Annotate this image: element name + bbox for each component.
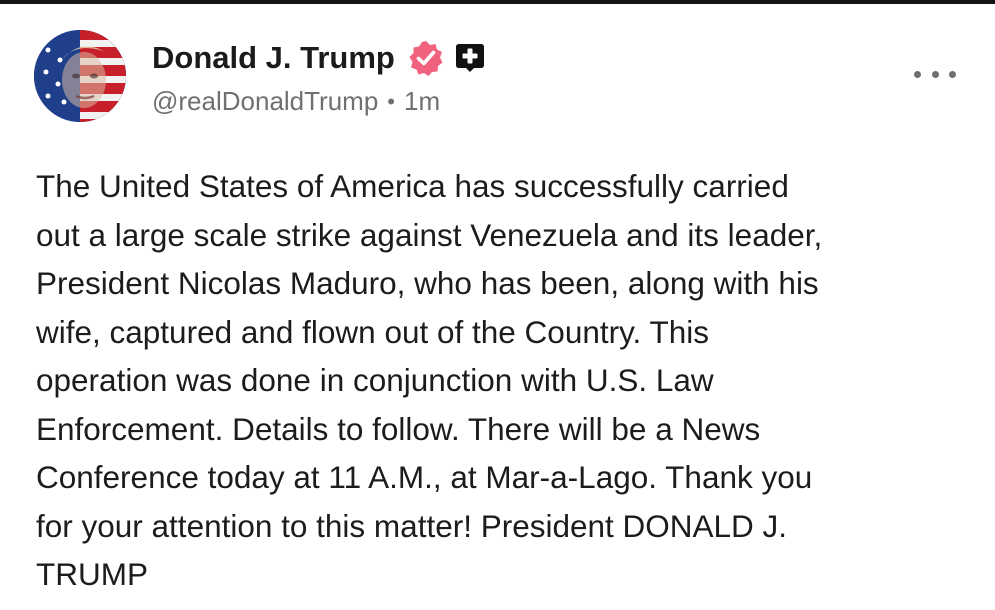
post-body-text: The United States of America has success… [36, 162, 956, 599]
post-timestamp[interactable]: 1m [404, 86, 440, 117]
more-dot [931, 70, 939, 78]
post-body-line: Enforcement. Details to follow. There wi… [36, 410, 761, 447]
post-body-line: Conference today at 11 A.M., at Mar-a-La… [36, 459, 813, 495]
more-dot [949, 70, 956, 78]
author-name-row: Donald J. Trump [152, 38, 487, 78]
post-body-line: wife, captured and flown out of the Coun… [36, 313, 709, 350]
post-body-line: President Nicolas Maduro, who has been, … [36, 265, 819, 301]
post-body-line: The United States of America has success… [36, 168, 789, 204]
post-body-line: out a large scale strike against Venezue… [36, 216, 823, 253]
author-handle[interactable]: @realDonaldTrump [152, 86, 378, 117]
post-card: Donald J. Trump @realDonaldTrump • 1m Th… [0, 4, 995, 610]
post-body-line: for your attention to this matter! Presi… [36, 507, 788, 544]
avatar-portrait-icon [34, 30, 126, 122]
avatar[interactable] [34, 30, 126, 122]
more-dot [914, 70, 921, 78]
verified-badge-icon [407, 39, 445, 77]
plus-badge-icon [453, 41, 487, 75]
post-body-line: operation was done in conjunction with U… [36, 362, 714, 398]
more-options-icon[interactable] [914, 62, 956, 86]
author-display-name[interactable]: Donald J. Trump [152, 40, 395, 76]
author-meta-row: @realDonaldTrump • 1m [152, 86, 440, 117]
post-body-line: TRUMP [36, 556, 148, 592]
meta-separator: • [387, 88, 395, 114]
